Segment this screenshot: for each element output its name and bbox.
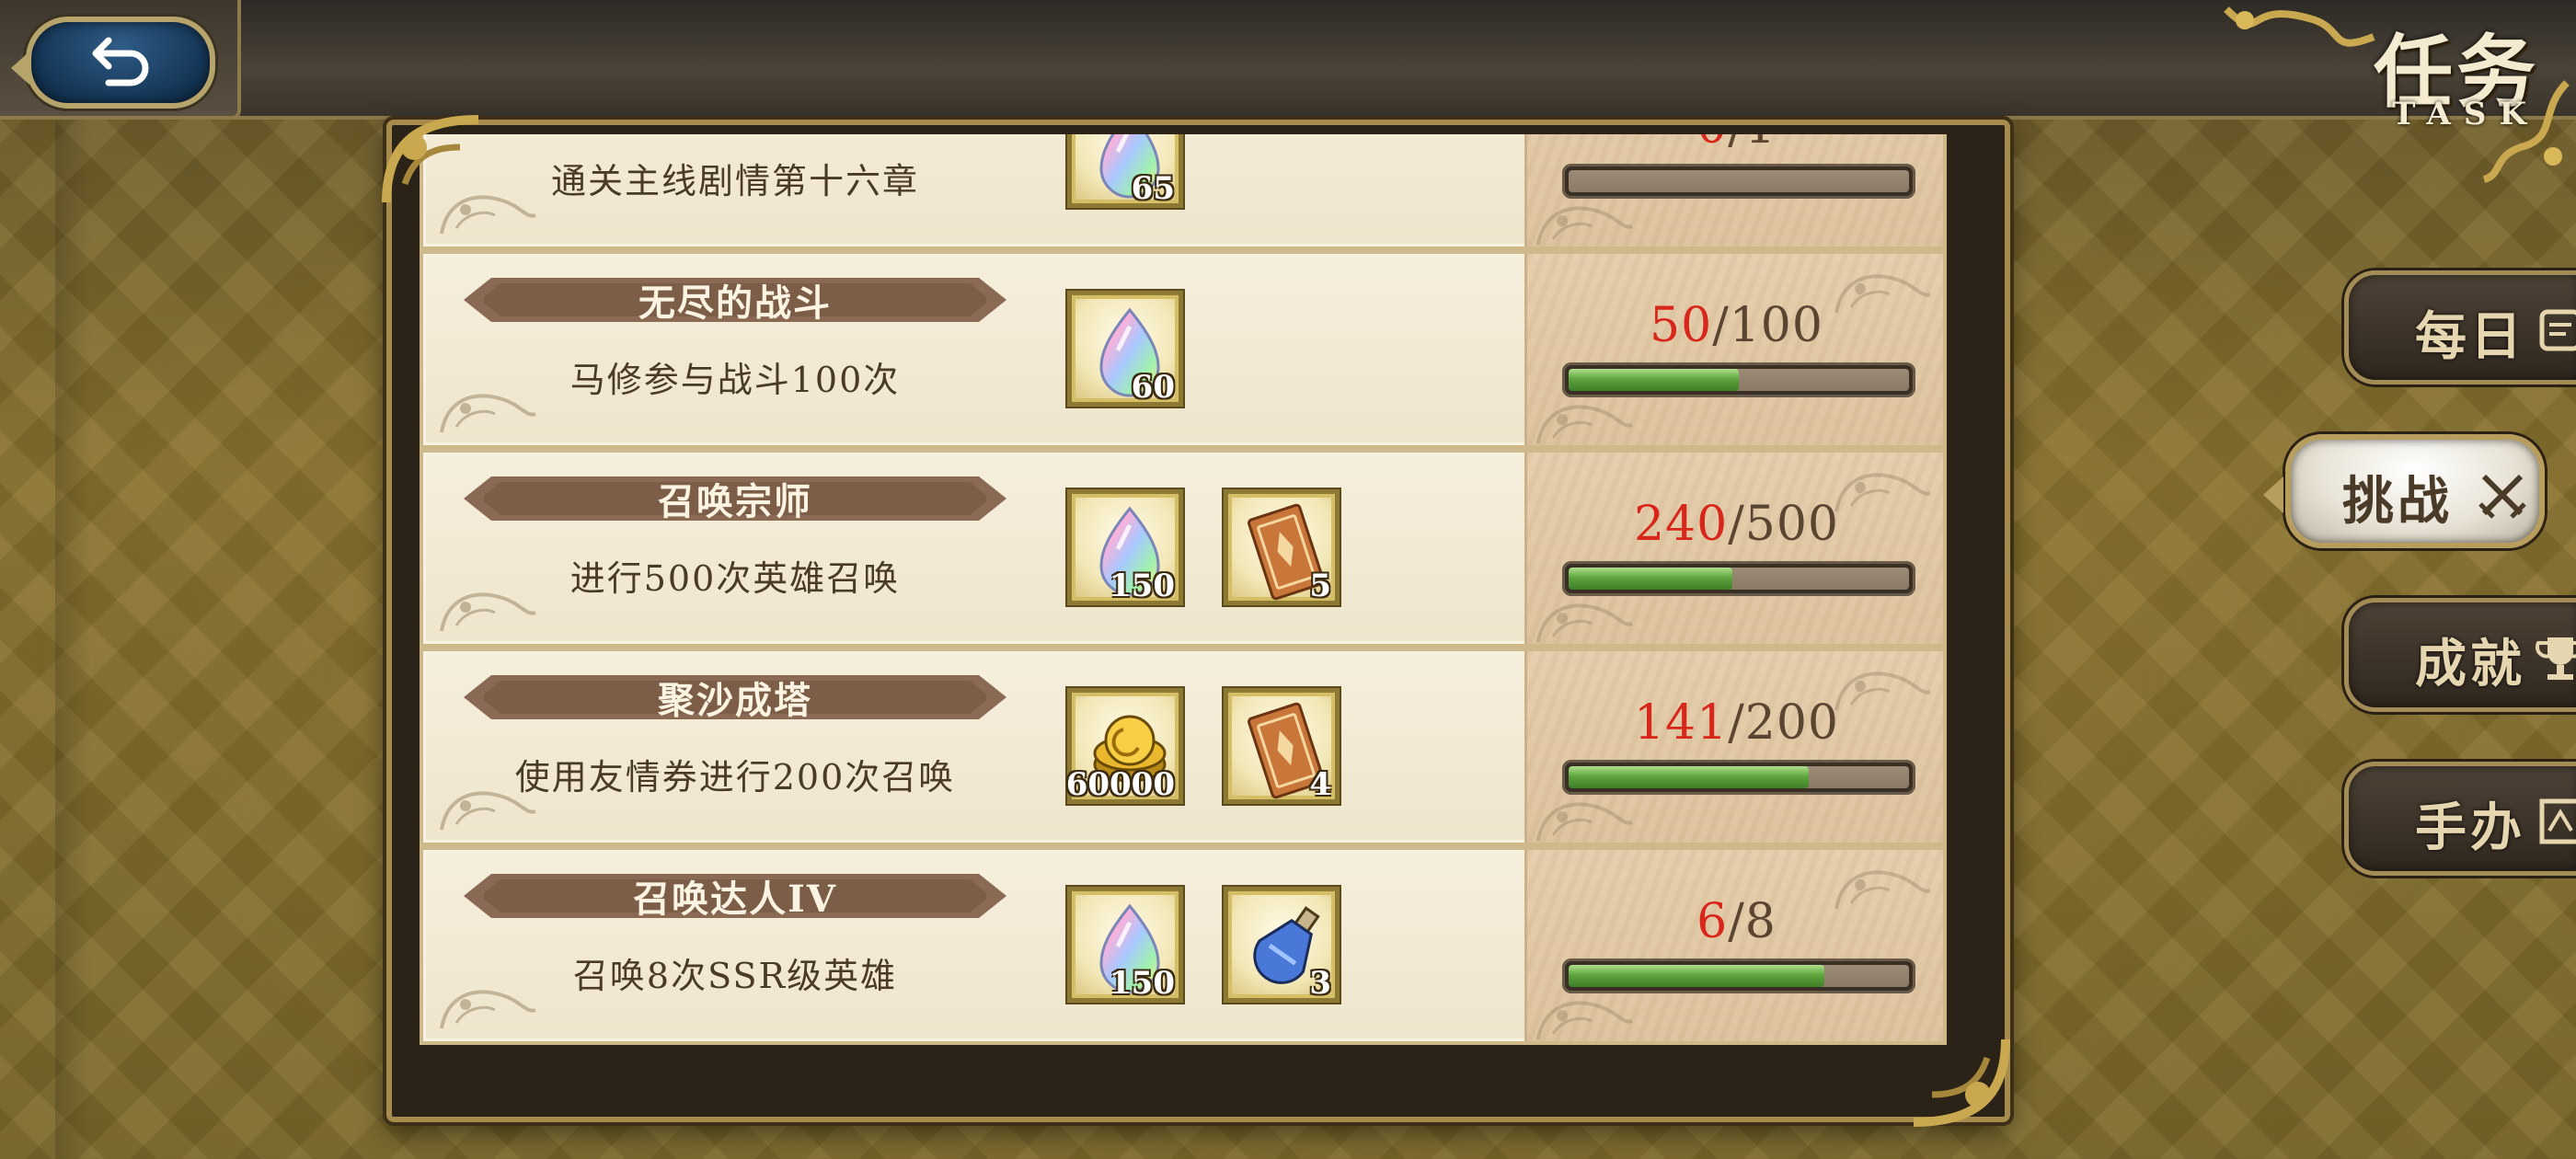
- progress-area: 6/8: [1524, 850, 1943, 1041]
- task-title-banner: 无尽的战斗: [464, 274, 1006, 326]
- page-subtitle: TASK: [2392, 96, 2539, 132]
- reward-item[interactable]: 3: [1224, 887, 1340, 1003]
- progress-area: 240/500: [1524, 453, 1943, 644]
- task-description: 召唤8次SSR级英雄: [572, 956, 898, 996]
- side-decoration: [55, 120, 92, 1159]
- reward-count: 4: [1309, 766, 1331, 803]
- flourish-icon: [1535, 988, 1636, 1040]
- reward-item[interactable]: 5: [1224, 489, 1340, 605]
- task-description: 马修参与战斗100次: [569, 360, 901, 400]
- reward-item[interactable]: 60000: [1065, 688, 1183, 804]
- progress-fill: [1569, 766, 1809, 788]
- crossed-swords-icon: [2475, 467, 2530, 522]
- task-description: 通关主线剧情第十六章: [550, 161, 919, 201]
- reward-count: 5: [1309, 568, 1331, 604]
- progress-track: [1569, 170, 1909, 192]
- progress-bar: [1562, 958, 1915, 993]
- flourish-icon: [1535, 591, 1636, 643]
- progress-bar: [1562, 362, 1915, 397]
- progress-fill: [1569, 965, 1824, 987]
- progress-current: 240: [1633, 497, 1729, 552]
- tab-button[interactable]: 每日: [2344, 270, 2576, 384]
- progress-text: 141/200: [1633, 695, 1840, 751]
- task-row[interactable]: 通关主线剧情第十六章 65 0/1: [420, 134, 1947, 250]
- flourish-icon: [1535, 789, 1636, 842]
- reward-item[interactable]: 150: [1067, 887, 1183, 1003]
- progress-bar: [1562, 561, 1915, 596]
- task-title: 召唤宗师: [658, 480, 812, 523]
- progress-total: 500: [1744, 497, 1840, 552]
- tab-label: 挑战: [2342, 471, 2453, 532]
- task-row[interactable]: 聚沙成塔使用友情券进行200次召唤 60000 4 141/200: [420, 648, 1947, 846]
- figure-card-icon: [2533, 794, 2576, 849]
- back-arrow-icon: [92, 37, 149, 86]
- reward-item[interactable]: 60: [1067, 291, 1183, 407]
- tab-button[interactable]: 挑战: [2263, 434, 2545, 548]
- back-button[interactable]: [11, 17, 215, 109]
- reward-item[interactable]: 65: [1067, 134, 1183, 208]
- reward-count: 150: [1110, 568, 1175, 604]
- progress-area: 50/100: [1524, 254, 1943, 445]
- tab-label: 手办: [2415, 798, 2525, 858]
- task-list-panel[interactable]: 通关主线剧情第十六章 65 0/1 无尽的战斗马修参与战斗100次: [386, 120, 2010, 1122]
- progress-current: 141: [1633, 695, 1729, 751]
- reward-count: 60000: [1065, 766, 1175, 803]
- task-row[interactable]: 无尽的战斗马修参与战斗100次 60 50/100: [420, 250, 1947, 449]
- reward-count: 60: [1131, 369, 1175, 406]
- progress-fill: [1569, 568, 1732, 590]
- tab-label: 成就: [2415, 634, 2525, 694]
- progress-text: 6/8: [1696, 894, 1777, 949]
- tab-button[interactable]: 手办: [2344, 762, 2576, 876]
- progress-track: [1569, 965, 1909, 987]
- task-list[interactable]: 通关主线剧情第十六章 65 0/1 无尽的战斗马修参与战斗100次: [420, 134, 1962, 1098]
- task-title-banner: 召唤达人IV: [464, 870, 1006, 922]
- progress-total: 200: [1744, 695, 1840, 751]
- reward-count: 65: [1131, 170, 1175, 207]
- task-title: 召唤达人IV: [633, 878, 837, 921]
- progress-bar: [1562, 164, 1915, 199]
- task-row[interactable]: 召唤宗师进行500次英雄召唤 150 5 240/500: [420, 449, 1947, 648]
- progress-track: [1569, 369, 1909, 391]
- progress-track: [1569, 568, 1909, 590]
- task-title-banner: 召唤宗师: [464, 473, 1006, 524]
- trophy-icon: [2533, 630, 2576, 685]
- progress-text: 0/1: [1527, 134, 1946, 155]
- progress-area: 0/1: [1524, 134, 1943, 247]
- flourish-icon: [1535, 392, 1636, 444]
- progress-fill: [1569, 369, 1739, 391]
- progress-area: 141/200: [1524, 651, 1943, 843]
- progress-text: 50/100: [1650, 298, 1823, 353]
- reward-item[interactable]: 150: [1067, 489, 1183, 605]
- progress-total: 1: [1745, 134, 1777, 155]
- page-title-block: 任务 TASK: [2190, 0, 2576, 184]
- task-title-banner: 聚沙成塔: [464, 671, 1006, 723]
- reward-count: 3: [1309, 965, 1331, 1002]
- scroll-icon: [2533, 303, 2576, 358]
- task-row[interactable]: 召唤达人IV 召唤8次SSR级英雄 150 3 6/8: [420, 846, 1947, 1045]
- progress-track: [1569, 766, 1909, 788]
- reward-count: 150: [1110, 965, 1175, 1002]
- corner-ornament-icon: [382, 115, 479, 203]
- tab-label: 每日: [2415, 306, 2525, 367]
- reward-item[interactable]: 4: [1224, 688, 1340, 804]
- task-title: 无尽的战斗: [638, 281, 832, 325]
- progress-bar: [1562, 760, 1915, 795]
- progress-current: 6: [1696, 894, 1729, 949]
- progress-total: 8: [1744, 894, 1777, 949]
- tab-button[interactable]: 成就: [2344, 598, 2576, 712]
- progress-current: 0: [1696, 134, 1728, 155]
- flourish-icon: [1535, 193, 1636, 246]
- task-description: 使用友情券进行200次召唤: [514, 757, 956, 798]
- task-description: 进行500次英雄召唤: [569, 558, 901, 599]
- task-title: 聚沙成塔: [658, 679, 812, 722]
- progress-current: 50: [1650, 298, 1713, 353]
- corner-ornament-icon: [1913, 1039, 2010, 1127]
- progress-total: 100: [1729, 298, 1823, 353]
- progress-text: 240/500: [1633, 497, 1840, 552]
